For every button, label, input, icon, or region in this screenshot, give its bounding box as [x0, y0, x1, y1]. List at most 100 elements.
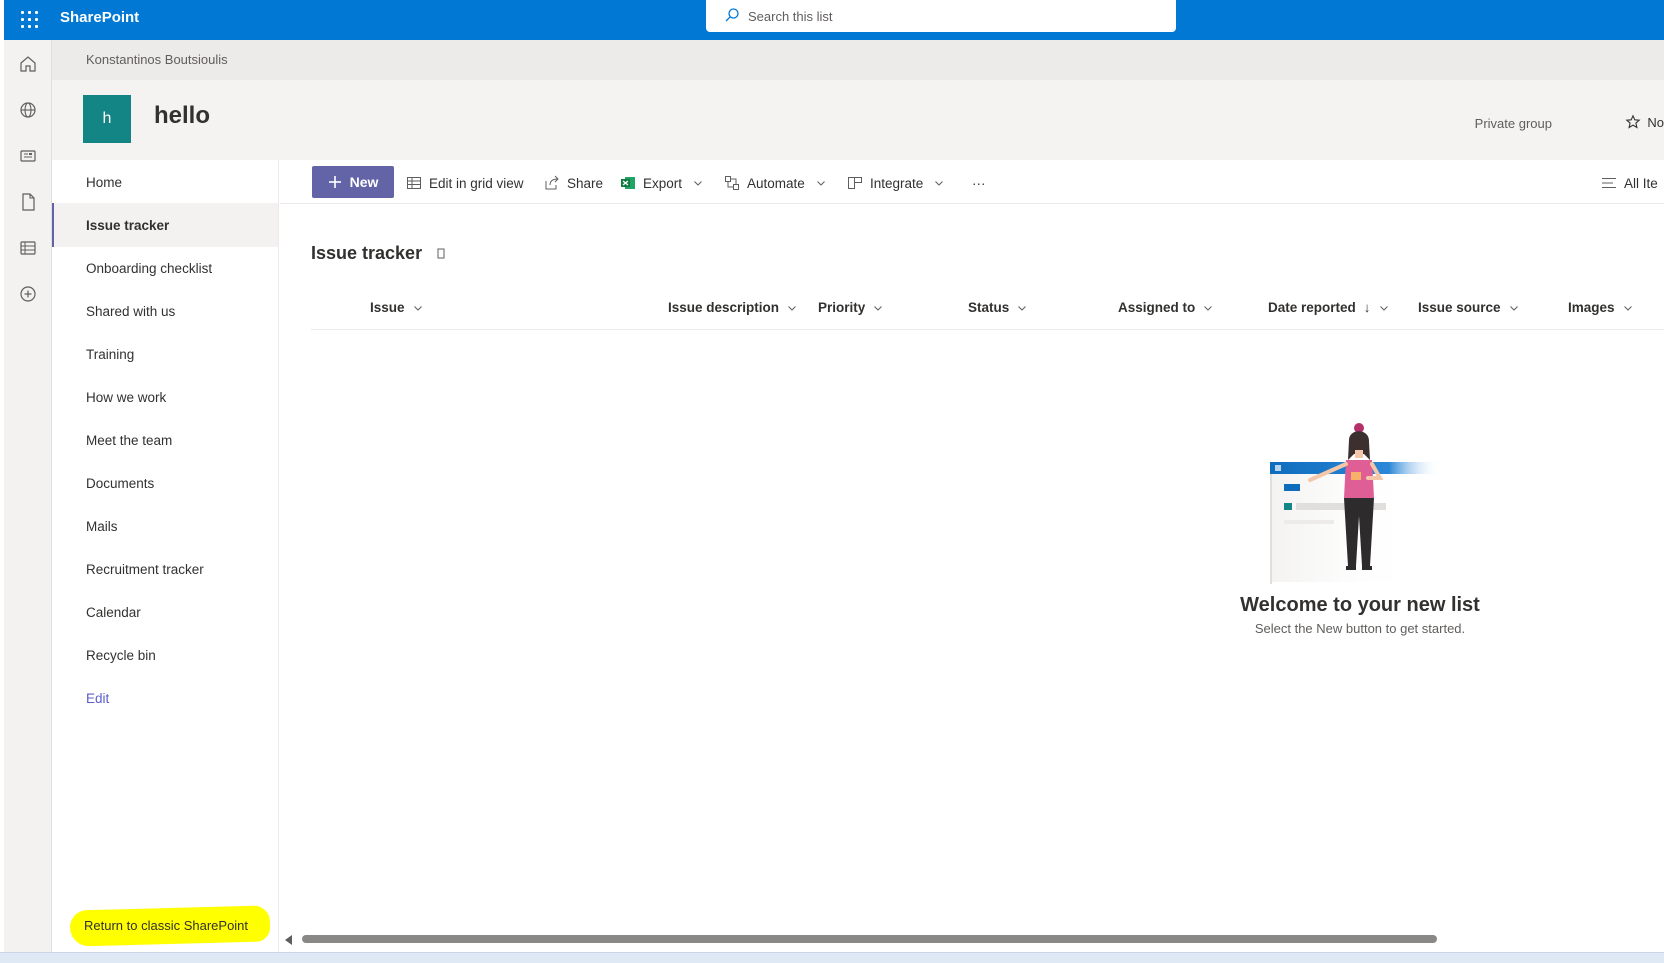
nav-item-mails[interactable]: Mails [52, 504, 278, 548]
excel-icon [621, 177, 635, 189]
nav-item-calendar[interactable]: Calendar [52, 590, 278, 634]
nav-item-label: Issue tracker [86, 217, 170, 233]
new-button[interactable]: New [312, 166, 394, 198]
site-logo[interactable]: h [83, 95, 131, 143]
grid-icon [407, 177, 421, 189]
horizontal-scrollbar[interactable] [280, 928, 1664, 952]
search-box[interactable] [706, 0, 1176, 32]
site-header: h hello Private group No [52, 80, 1664, 160]
create-icon[interactable] [16, 282, 40, 306]
taskbar-edge [0, 952, 1664, 963]
chevron-down-icon [1379, 305, 1388, 311]
column-header-date-reported[interactable]: Date reported ↓ [1268, 300, 1389, 315]
nav-item-label: Calendar [86, 604, 141, 620]
nav-item-training[interactable]: Training [52, 332, 278, 376]
nav-item-label: Home [86, 174, 123, 190]
automate-button[interactable]: Automate [724, 172, 826, 194]
nav-edit-label: Edit [86, 690, 110, 706]
view-label: All Ite [1624, 175, 1658, 191]
brand-name[interactable]: SharePoint [60, 9, 139, 26]
nav-item-label: Documents [86, 475, 155, 491]
home-icon[interactable] [16, 52, 40, 76]
privacy-label: Private group [1474, 116, 1552, 131]
chevron-down-icon [935, 181, 944, 186]
sharepoint-page: SharePoint Konstantinos Boutsioulis h [0, 0, 1664, 963]
nav-item-label: Training [86, 346, 135, 362]
nav-item-label: Meet the team [86, 432, 173, 448]
plus-icon [328, 176, 341, 188]
lists-icon[interactable] [16, 236, 40, 260]
scrollbar-thumb[interactable] [302, 935, 1437, 943]
chevron-down-icon [816, 181, 825, 186]
breadcrumb[interactable]: Konstantinos Boutsioulis [86, 52, 228, 67]
app-rail [4, 40, 52, 952]
nav-item-onboarding-checklist[interactable]: Onboarding checklist [52, 246, 278, 290]
chevron-down-icon [1204, 305, 1213, 311]
nav-item-label: How we work [86, 389, 167, 405]
site-navigation: Home Issue tracker Onboarding checklist … [52, 160, 279, 952]
nav-edit-link[interactable]: Edit [52, 676, 278, 720]
nav-item-shared-with-us[interactable]: Shared with us [52, 289, 278, 333]
column-label: Assigned to [1118, 300, 1196, 315]
sort-descending-icon: ↓ [1363, 300, 1371, 315]
nav-item-meet-the-team[interactable]: Meet the team [52, 418, 278, 462]
chevron-down-icon [694, 181, 702, 186]
column-header-images[interactable]: Images [1568, 300, 1633, 315]
column-label: Issue description [668, 300, 780, 315]
document-icon[interactable] [16, 190, 40, 214]
site-title[interactable]: hello [154, 102, 210, 130]
automate-icon [725, 176, 739, 190]
nav-item-label: Recruitment tracker [86, 561, 204, 577]
nav-item-how-we-work[interactable]: How we work [52, 375, 278, 419]
list-title: Issue tracker [311, 243, 446, 264]
nav-item-issue-tracker[interactable]: Issue tracker [52, 203, 278, 247]
more-commands-button[interactable]: ··· [972, 172, 986, 194]
chevron-down-icon [874, 305, 883, 311]
integrate-button[interactable]: Integrate [847, 172, 944, 194]
app-launcher-icon[interactable] [18, 8, 42, 32]
follow-button[interactable]: No [1625, 114, 1664, 130]
nav-item-recycle-bin[interactable]: Recycle bin [52, 633, 278, 677]
share-button[interactable]: Share [544, 172, 603, 194]
export-button[interactable]: Export [620, 172, 703, 194]
column-header-priority[interactable]: Priority [818, 300, 883, 315]
hub-bar: Konstantinos Boutsioulis [52, 40, 1664, 80]
column-label: Date reported [1268, 300, 1356, 315]
chevron-down-icon [1623, 305, 1632, 311]
news-icon[interactable] [16, 144, 40, 168]
chevron-down-icon [788, 305, 796, 311]
empty-state-title: Welcome to your new list [1240, 594, 1480, 616]
nav-item-recruitment-tracker[interactable]: Recruitment tracker [52, 547, 278, 591]
view-switcher[interactable]: All Ite [1601, 172, 1658, 194]
column-header-issue[interactable]: Issue [370, 300, 423, 315]
chevron-down-icon [1018, 305, 1027, 311]
empty-state-subtitle: Select the New button to get started. [1254, 621, 1466, 636]
view-options-icon [1602, 178, 1616, 188]
nav-item-label: Shared with us [86, 303, 176, 319]
list-title-text: Issue tracker [311, 243, 423, 263]
edit-in-grid-view-button[interactable]: Edit in grid view [406, 172, 524, 194]
nav-item-documents[interactable]: Documents [52, 461, 278, 505]
column-header-row: Issue Issue description Priority Status … [311, 286, 1664, 330]
nav-item-label: Onboarding checklist [86, 260, 213, 276]
nav-item-home[interactable]: Home [52, 160, 278, 204]
column-header-assigned-to[interactable]: Assigned to [1118, 300, 1213, 315]
command-bar: New Edit in grid view Share Export Autom… [280, 160, 1664, 204]
column-header-issue-description[interactable]: Issue description [668, 300, 797, 315]
column-header-status[interactable]: Status [968, 300, 1027, 315]
globe-icon[interactable] [16, 98, 40, 122]
nav-item-label: Recycle bin [86, 647, 156, 663]
list-info-icon[interactable] [436, 248, 446, 260]
edit-in-grid-view-label: Edit in grid view [429, 175, 524, 191]
column-label: Priority [818, 300, 866, 315]
search-input[interactable] [748, 6, 1148, 26]
column-label: Images [1568, 300, 1615, 315]
column-label: Status [968, 300, 1010, 315]
scroll-left-arrow-icon[interactable] [285, 935, 292, 945]
return-to-classic-link[interactable]: Return to classic SharePoint [69, 905, 271, 947]
column-label: Issue [370, 300, 405, 315]
integrate-label: Integrate [870, 175, 924, 191]
export-label: Export [643, 175, 683, 191]
column-header-issue-source[interactable]: Issue source [1418, 300, 1519, 315]
share-label: Share [567, 175, 604, 191]
